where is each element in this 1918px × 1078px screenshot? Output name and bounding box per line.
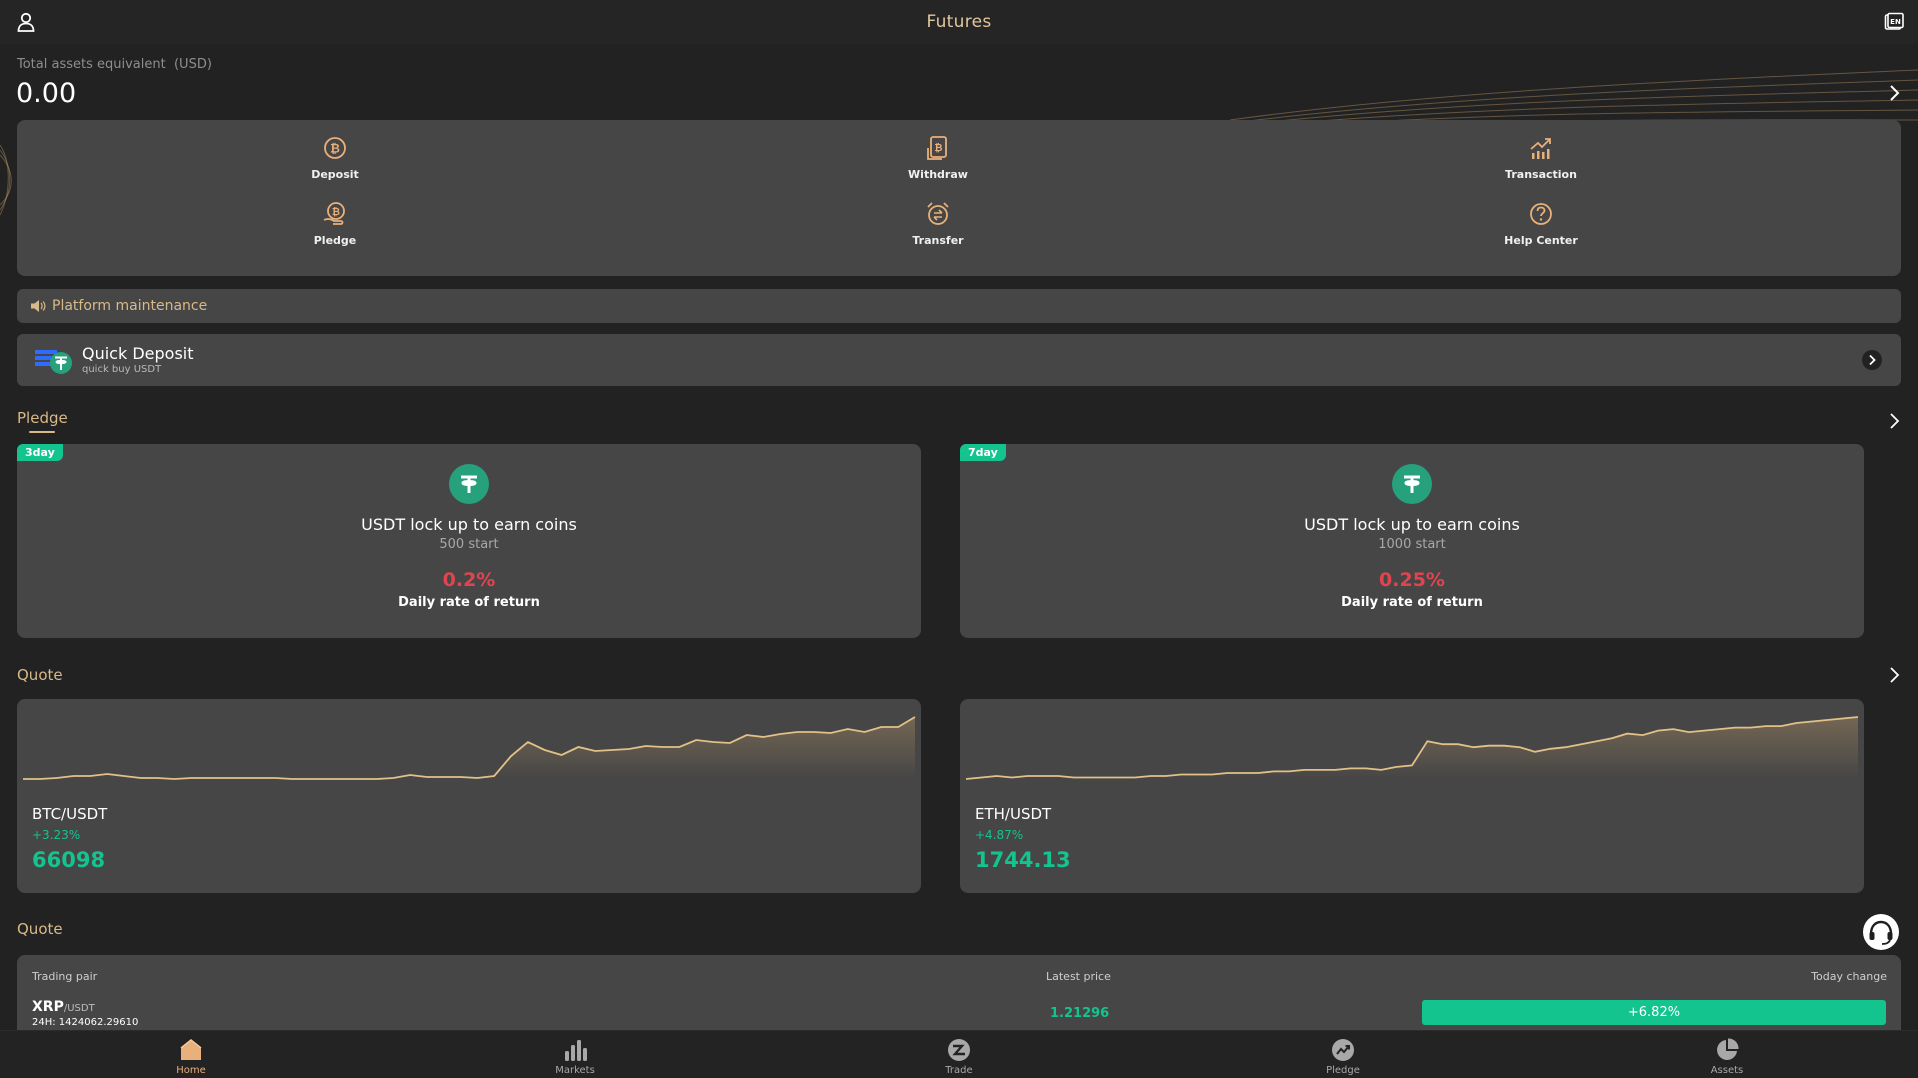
eth-sparkline (965, 716, 1859, 780)
row-volume: 24H: 1424062.29610 (32, 1017, 139, 1028)
pledge-card-title: USDT lock up to earn coins (361, 515, 577, 534)
transaction-icon (1530, 138, 1551, 159)
pledge-period-tag: 7day (960, 444, 1006, 461)
col-latest-price: Latest price (1046, 970, 1111, 983)
tether-coin-icon (1392, 464, 1432, 504)
tab-pledge[interactable]: Pledge (1283, 1037, 1403, 1076)
quick-actions-panel: ₿ Deposit ₿ Withdraw Transaction ₿ Pledg… (17, 120, 1901, 276)
page-title: Futures (926, 12, 992, 32)
quote-change: +4.87% (975, 828, 1024, 842)
col-trading-pair: Trading pair (32, 970, 98, 983)
app-header: Futures EN (0, 0, 1918, 44)
tab-home[interactable]: Home (131, 1037, 251, 1076)
quick-deposit-title: Quick Deposit (82, 344, 194, 363)
pledge-card-3day[interactable]: 3day USDT lock up to earn coins 500 star… (17, 444, 921, 638)
row-quote: /USDT (63, 1003, 95, 1014)
quote-section-title: Quote (17, 666, 63, 684)
svg-text:EN: EN (1890, 18, 1901, 26)
row-change-badge: +6.82% (1422, 1000, 1886, 1025)
withdraw-label: Withdraw (908, 168, 968, 181)
pledge-card-rate: 0.25% (1379, 569, 1445, 591)
row-base: XRP (32, 999, 64, 1015)
row-price: 1.21296 (1050, 1006, 1110, 1021)
quote-change: +3.23% (32, 828, 81, 842)
pledge-title-underline (29, 431, 55, 433)
assets-icon (1717, 1038, 1739, 1060)
quote-more-chevron-icon[interactable] (1888, 666, 1900, 684)
quote-price: 1744.13 (975, 848, 1071, 872)
total-assets-value: 0.00 (16, 78, 77, 109)
tab-trade[interactable]: Trade (899, 1037, 1019, 1076)
pledge-icon: ₿ (323, 202, 345, 225)
speaker-icon (31, 300, 46, 312)
bottom-tab-bar: Home Markets Trade Pledge Assets (0, 1030, 1918, 1078)
tab-assets-label: Assets (1710, 1065, 1744, 1076)
pledge-section-title: Pledge (17, 409, 68, 427)
pledge-period-tag: 3day (17, 444, 63, 461)
tether-coin-icon (449, 464, 489, 504)
pledge-card-rate-label: Daily rate of return (1341, 595, 1483, 610)
pledge-card-start: 1000 start (1378, 537, 1446, 552)
quote-pair: BTC/USDT (32, 805, 108, 823)
quote-price: 66098 (32, 848, 106, 872)
customer-support-icon[interactable] (1862, 913, 1900, 951)
notice-text: Platform maintenance (52, 298, 208, 314)
svg-text:₿: ₿ (332, 206, 340, 218)
tab-pledge-label: Pledge (1326, 1065, 1360, 1076)
chevron-right-icon[interactable] (1886, 84, 1902, 102)
notice-bar[interactable]: Platform maintenance (17, 289, 1901, 323)
deposit-label: Deposit (311, 168, 359, 181)
pledge-card-rate: 0.2% (442, 569, 496, 591)
withdraw-button[interactable]: ₿ Withdraw (868, 134, 1008, 181)
quick-deposit-subtitle: quick buy USDT (82, 364, 162, 375)
home-icon (180, 1039, 202, 1060)
tab-markets[interactable]: Markets (515, 1037, 635, 1076)
deposit-icon: ₿ (324, 137, 346, 159)
quote-card-btc[interactable]: BTC/USDT +3.23% 66098 (17, 699, 921, 893)
sparkline-area (966, 717, 1858, 779)
transaction-button[interactable]: Transaction (1471, 134, 1611, 181)
help-icon (1530, 203, 1552, 225)
pledge-action-label: Pledge (313, 234, 357, 247)
row-symbol: XRP/USDT (32, 999, 95, 1015)
markets-icon (565, 1040, 587, 1061)
chevron-right-circle-icon[interactable] (1861, 349, 1883, 371)
help-center-button[interactable]: Help Center (1471, 200, 1611, 247)
pledge-card-7day[interactable]: 7day USDT lock up to earn coins 1000 sta… (960, 444, 1864, 638)
svg-text:₿: ₿ (934, 142, 942, 154)
transfer-button[interactable]: Transfer (868, 200, 1008, 247)
help-center-label: Help Center (1504, 234, 1578, 247)
tab-trade-label: Trade (945, 1065, 973, 1076)
sparkline-area (23, 717, 915, 779)
quote-pair: ETH/USDT (975, 805, 1052, 823)
quick-deposit-banner[interactable]: Quick Deposit quick buy USDT (17, 334, 1901, 386)
deposit-button[interactable]: ₿ Deposit (265, 134, 405, 181)
pledge-action-button[interactable]: ₿ Pledge (265, 200, 405, 247)
transfer-icon (927, 202, 949, 225)
total-assets-label: Total assets equivalent (USD) (17, 57, 212, 72)
quote-card-eth[interactable]: ETH/USDT +4.87% 1744.13 (960, 699, 1864, 893)
market-list-table: Trading pair Latest price Today change X… (17, 955, 1901, 1031)
pledge-card-start: 500 start (439, 537, 499, 552)
market-list-title: Quote (17, 920, 63, 938)
withdraw-icon: ₿ (927, 136, 947, 160)
pledge-more-chevron-icon[interactable] (1888, 412, 1900, 430)
svg-text:₿: ₿ (330, 142, 340, 156)
language-icon[interactable]: EN (1884, 12, 1904, 32)
transaction-label: Transaction (1505, 168, 1577, 181)
tab-home-label: Home (176, 1065, 206, 1076)
usdt-card-icon (35, 350, 72, 374)
pledge-card-title: USDT lock up to earn coins (1304, 515, 1520, 534)
pledge-tab-icon (1332, 1039, 1354, 1061)
pledge-card-rate-label: Daily rate of return (398, 595, 540, 610)
tab-markets-label: Markets (555, 1065, 595, 1076)
btc-sparkline (23, 716, 916, 780)
col-today-change: Today change (1811, 970, 1887, 983)
trade-icon (948, 1039, 970, 1061)
tab-assets[interactable]: Assets (1667, 1037, 1787, 1076)
transfer-label: Transfer (912, 234, 964, 247)
